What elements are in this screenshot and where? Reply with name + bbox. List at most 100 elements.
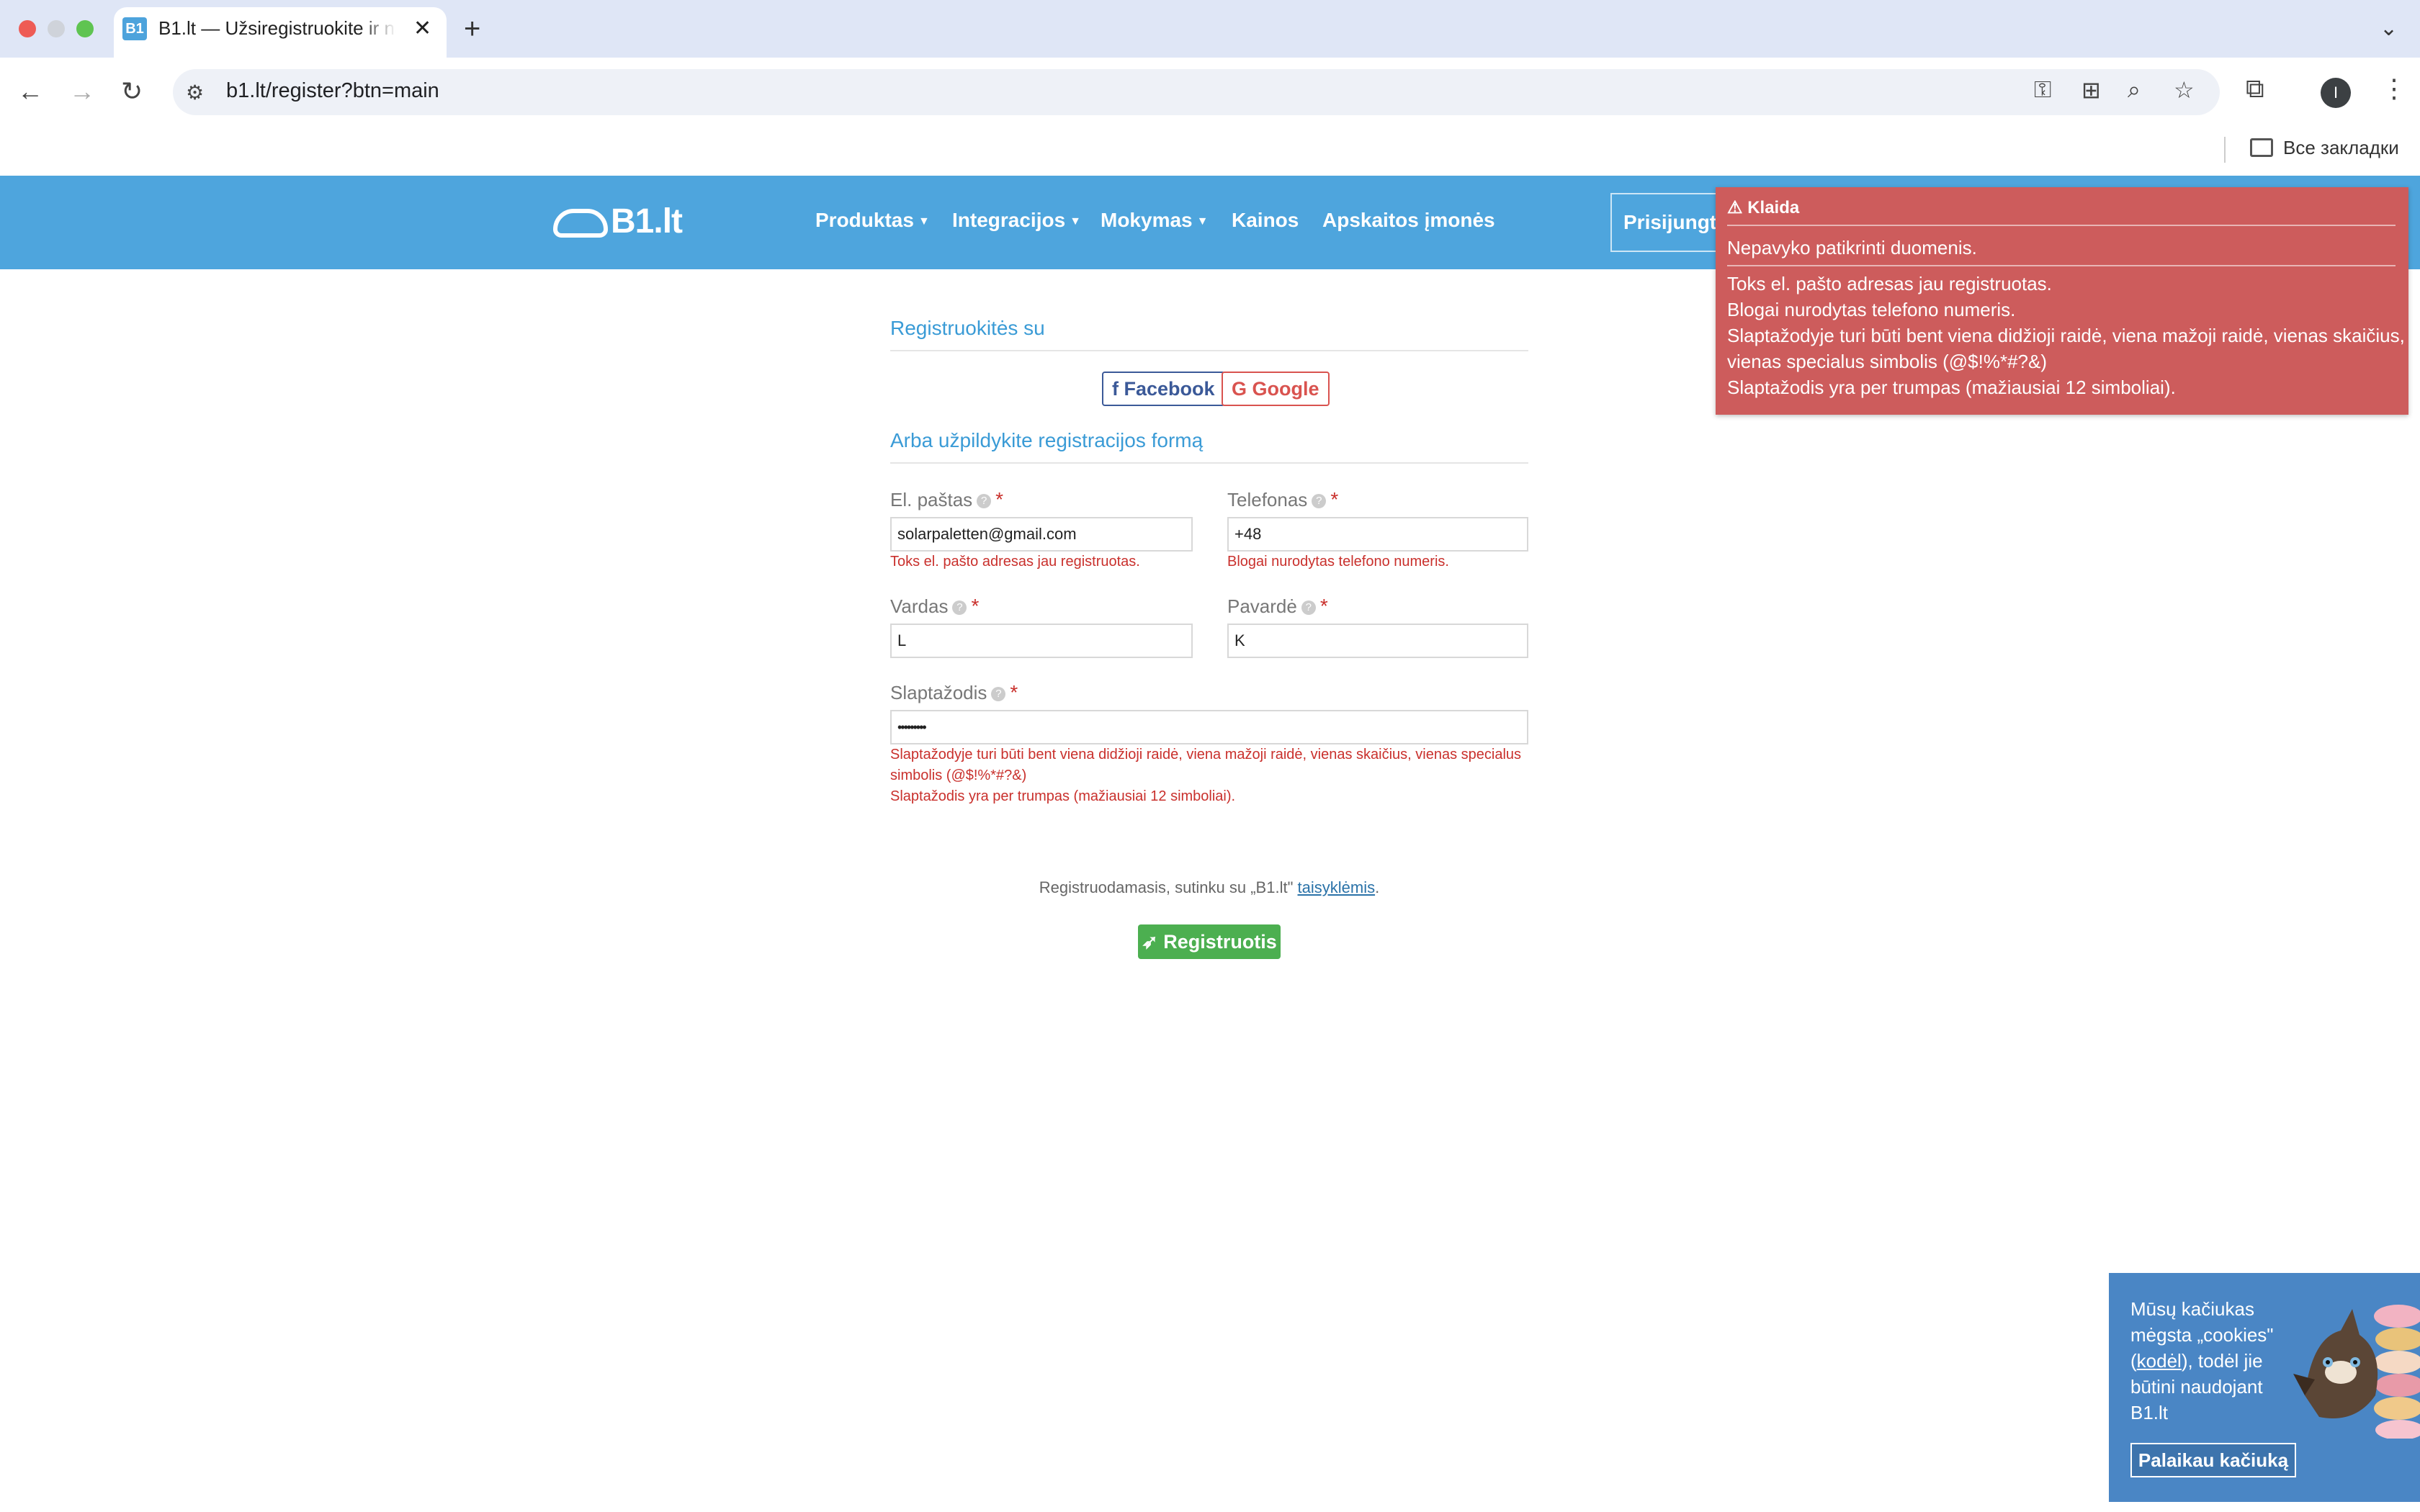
register-label: Registruotis — [1163, 931, 1277, 953]
cookie-line: būtini naudojant — [2130, 1376, 2263, 1398]
folder-icon — [2250, 138, 2273, 157]
toast-message: Blogai nurodytas telefono numeris. — [1727, 299, 2016, 320]
error-toast[interactable]: ⚠ Klaida Nepavyko patikrinti duomenis. T… — [1716, 187, 2408, 415]
cookie-why-link[interactable]: kodėl — [2137, 1350, 2182, 1372]
cookie-line-suffix: ), todėl jie — [2181, 1350, 2263, 1372]
toast-divider — [1727, 225, 2396, 226]
required-mark: * — [1330, 488, 1339, 510]
nav-integracijos[interactable]: Integracijos ▼ — [952, 209, 1081, 232]
nav-label: Produktas — [815, 209, 914, 231]
site-logo[interactable]: B1.lt — [553, 202, 683, 241]
logo-text: B1.lt — [611, 202, 683, 240]
bookmarks-divider — [2224, 137, 2226, 163]
toast-title-text: Klaida — [1747, 198, 1800, 217]
cookie-line: mėgsta „cookies" — [2130, 1324, 2274, 1346]
help-icon[interactable]: ? — [1301, 600, 1316, 616]
address-bar[interactable] — [173, 69, 2220, 115]
facebook-icon: f — [1112, 378, 1124, 400]
rocket-icon: ➶ — [1142, 931, 1164, 953]
first-name-field[interactable]: L — [890, 624, 1193, 658]
url-text[interactable]: b1.lt/register?btn=main — [226, 79, 439, 103]
last-name-field[interactable]: K — [1227, 624, 1528, 658]
phone-field[interactable]: +48 — [1227, 517, 1528, 552]
extensions-icon[interactable]: ⧉ — [2246, 73, 2264, 104]
help-icon[interactable]: ? — [991, 687, 1006, 702]
divider — [890, 350, 1528, 351]
toast-message: Toks el. pašto adresas jau registruotas. — [1727, 273, 2052, 294]
reload-icon[interactable]: ↻ — [121, 76, 143, 107]
maximize-window-button[interactable] — [76, 20, 94, 37]
all-bookmarks-button[interactable]: Все закладки — [2283, 137, 2399, 159]
toast-message: Slaptažodyje turi būti bent viena didžio… — [1727, 325, 2405, 346]
caret-down-icon: ▼ — [918, 215, 930, 228]
nav-apskaitos-imones[interactable]: Apskaitos įmonės — [1322, 209, 1495, 232]
google-label: Google — [1252, 378, 1319, 400]
nav-label: Integracijos — [952, 209, 1066, 231]
label-text: Slaptažodis — [890, 682, 987, 703]
minimize-window-button[interactable] — [48, 20, 65, 37]
terms-prefix: Registruodamasis, sutinku su „B1.lt" — [1039, 878, 1294, 896]
google-icon: G — [1232, 378, 1252, 400]
zoom-icon[interactable]: ⌕ — [2128, 76, 2141, 104]
required-mark: * — [971, 595, 980, 617]
bookmark-star-icon[interactable]: ☆ — [2174, 76, 2195, 104]
register-with-heading: Registruokitės su — [890, 317, 1045, 339]
warning-icon: ⚠ — [1727, 198, 1748, 217]
cookie-line: B1.lt — [2130, 1402, 2169, 1423]
terms-suffix: . — [1375, 878, 1380, 896]
email-field[interactable]: solarpaletten@gmail.com — [890, 517, 1193, 552]
back-icon[interactable]: ← — [17, 76, 43, 107]
new-tab-icon[interactable]: + — [464, 13, 480, 45]
cloud-logo-icon — [553, 209, 608, 238]
cookie-text: Mūsų kačiukas mėgsta „cookies" (kodėl), … — [2130, 1296, 2282, 1426]
label-text: Pavardė — [1227, 595, 1297, 617]
tab-search-chevron-icon[interactable]: ⌄ — [2380, 16, 2398, 41]
cookie-banner: Mūsų kačiukas mėgsta „cookies" (kodėl), … — [2109, 1273, 2420, 1502]
label-text: Vardas — [890, 595, 949, 617]
password-length-error: Slaptažodis yra per trumpas (mažiausiai … — [890, 788, 1236, 804]
close-window-button[interactable] — [19, 20, 36, 37]
required-mark: * — [995, 488, 1004, 510]
required-mark: * — [1319, 595, 1328, 617]
toast-message: vienas specialus simbolis (@$!%*#?&) — [1727, 351, 2048, 372]
login-button[interactable]: Prisijungti — [1610, 193, 1726, 252]
cat-with-macarons-icon — [2293, 1305, 2420, 1439]
label-text: El. paštas — [890, 489, 973, 510]
google-button[interactable]: G Google — [1222, 372, 1330, 406]
divider — [890, 462, 1528, 464]
forward-icon[interactable]: → — [69, 76, 95, 107]
nav-mokymas[interactable]: Mokymas ▼ — [1101, 209, 1208, 232]
terms-text: Registruodamasis, sutinku su „B1.lt" tai… — [890, 878, 1528, 897]
phone-error: Blogai nurodytas telefono numeris. — [1227, 554, 1449, 570]
nav-label: Mokymas — [1101, 209, 1193, 231]
browser-menu-icon[interactable]: ⋮ — [2381, 73, 2407, 104]
tab-close-icon[interactable]: ✕ — [413, 16, 431, 41]
terms-link[interactable]: taisyklėmis — [1298, 878, 1376, 896]
facebook-button[interactable]: f Facebook — [1102, 372, 1225, 406]
label-text: Telefonas — [1227, 489, 1308, 510]
accept-cookies-button[interactable]: Palaikau kačiuką — [2130, 1443, 2296, 1477]
tab-favicon-icon: B1 — [122, 17, 147, 40]
profile-avatar[interactable]: I — [2321, 78, 2351, 108]
facebook-label: Facebook — [1124, 378, 1215, 400]
help-icon[interactable]: ? — [977, 494, 992, 509]
nav-kainos[interactable]: Kainos — [1232, 209, 1299, 232]
fill-form-heading: Arba užpildykite registracijos formą — [890, 429, 1204, 451]
nav-produktas[interactable]: Produktas ▼ — [815, 209, 930, 232]
password-error: Slaptažodyje turi būti bent viena didžio… — [890, 747, 1522, 783]
site-settings-icon[interactable]: ⚙ — [186, 81, 204, 104]
translate-icon[interactable]: ⊞ — [2081, 76, 2101, 104]
password-key-icon[interactable]: ⚿ — [2034, 76, 2051, 104]
first-name-label: Vardas? * — [890, 595, 979, 618]
cookie-line: (kodėl), todėl jie — [2130, 1350, 2263, 1372]
register-button[interactable]: ➶ Registruotis — [1138, 924, 1281, 959]
tab-title: B1.lt — Užsiregistruokite ir naudokitės — [158, 17, 396, 39]
password-field[interactable]: ••••••••• — [890, 710, 1528, 744]
help-icon[interactable]: ? — [952, 600, 967, 616]
last-name-label: Pavardė? * — [1227, 595, 1328, 618]
toast-summary: Nepavyko patikrinti duomenis. — [1727, 237, 1977, 258]
toast-divider — [1727, 265, 2396, 266]
password-label: Slaptažodis? * — [890, 681, 1018, 704]
help-icon[interactable]: ? — [1312, 494, 1327, 509]
toast-message: Slaptažodis yra per trumpas (mažiausiai … — [1727, 377, 2176, 398]
